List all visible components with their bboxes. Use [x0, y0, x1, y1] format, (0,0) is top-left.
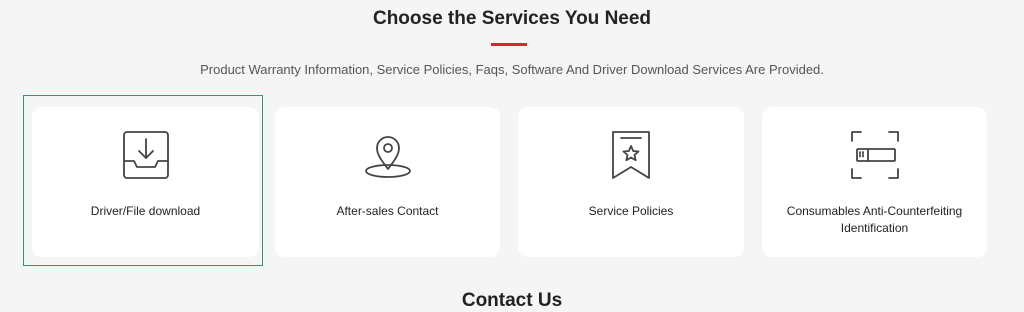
- star-ribbon-icon: [605, 129, 657, 181]
- service-card-label: Service Policies: [588, 204, 674, 218]
- section-title: Choose the Services You Need: [372, 8, 652, 29]
- service-card-after-sales-contact[interactable]: After-sales Contact: [275, 107, 500, 257]
- title-accent-bar: [491, 43, 527, 46]
- section-subtitle: Product Warranty Information, Service Po…: [200, 62, 824, 77]
- service-card-anti-counterfeiting[interactable]: Consumables Anti-Counterfeiting Identifi…: [762, 107, 987, 257]
- service-card-label: Driver/File download: [90, 204, 201, 218]
- service-card-label: Consumables Anti-Counterfeiting Identifi…: [786, 204, 963, 235]
- location-pin-icon: [362, 129, 414, 181]
- download-tray-icon: [120, 129, 172, 181]
- scan-frame-icon: [849, 129, 901, 181]
- service-card-label: After-sales Contact: [336, 204, 439, 218]
- contact-us-heading: Contact Us: [461, 290, 563, 311]
- service-card-driver-download[interactable]: Driver/File download: [32, 107, 259, 257]
- service-card-service-policies[interactable]: Service Policies: [518, 107, 744, 257]
